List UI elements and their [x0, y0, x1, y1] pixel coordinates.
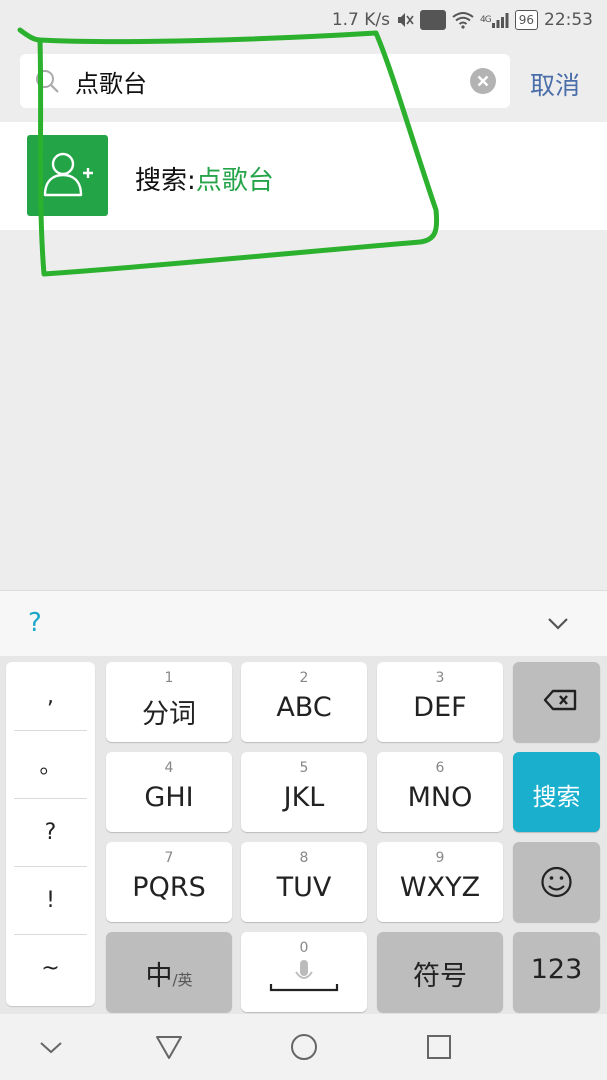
numbers-key[interactable]: 123: [513, 932, 600, 1012]
lang-sub: /英: [172, 971, 193, 989]
key-number: 6: [435, 760, 445, 776]
key-4[interactable]: 4 GHI: [106, 752, 232, 832]
key-5[interactable]: 5 JKL: [241, 752, 367, 832]
search-key-label: 搜索: [532, 783, 581, 811]
microphone-icon: [269, 960, 339, 992]
chevron-down-icon[interactable]: [545, 613, 571, 633]
key-label: MNO: [407, 782, 473, 813]
cancel-button[interactable]: 取消: [530, 66, 580, 102]
recent-apps-icon[interactable]: [424, 1032, 454, 1062]
backspace-icon: [543, 689, 577, 711]
key-number: 8: [299, 850, 309, 866]
hide-keyboard-icon[interactable]: [36, 1032, 66, 1062]
battery-indicator: 96: [514, 10, 538, 30]
status-bar: 1.7 K/s HD 4G 96 22:53: [0, 0, 607, 40]
key-number: 9: [435, 850, 445, 866]
emoji-key[interactable]: [513, 842, 600, 922]
key-number: 4: [164, 760, 174, 776]
search-bar: 取消: [0, 40, 607, 122]
result-keyword: 点歌台: [195, 166, 274, 196]
smiley-icon: [541, 866, 572, 898]
key-label: 分词: [142, 699, 196, 730]
key-label: DEF: [413, 692, 467, 723]
space-key[interactable]: 0: [241, 932, 367, 1012]
backspace-key[interactable]: [513, 662, 600, 742]
punct-key[interactable]: 。: [6, 730, 95, 798]
keyboard: , 。 ? ! ~ 1 分词 2 ABC 3 DEF 4 GHI 5 JKL 6…: [0, 656, 607, 1014]
key-label: TUV: [276, 872, 332, 903]
key-number: 5: [299, 760, 309, 776]
key-8[interactable]: 8 TUV: [241, 842, 367, 922]
keyboard-toolbar: ?: [0, 590, 607, 656]
key-number: 1: [164, 670, 174, 686]
symbols-key[interactable]: 符号: [377, 932, 503, 1012]
language-switch-key[interactable]: 中/英: [106, 932, 232, 1012]
search-result-label: 搜索:点歌台: [135, 160, 274, 197]
language-label: 中/英: [106, 954, 232, 993]
search-result-item[interactable]: 搜索:点歌台: [0, 122, 607, 230]
key-label: WXYZ: [399, 872, 481, 903]
clear-icon[interactable]: [470, 68, 496, 94]
signal-label: 4G: [480, 15, 492, 25]
key-3[interactable]: 3 DEF: [377, 662, 503, 742]
clock: 22:53: [544, 10, 593, 30]
search-icon: [36, 70, 59, 93]
key-1[interactable]: 1 分词: [106, 662, 232, 742]
key-label: JKL: [283, 782, 325, 813]
key-9[interactable]: 9 WXYZ: [377, 842, 503, 922]
search-key[interactable]: 搜索: [513, 752, 600, 832]
numbers-key-label: 123: [530, 954, 583, 985]
key-2[interactable]: 2 ABC: [241, 662, 367, 742]
key-number: 2: [299, 670, 309, 686]
add-contact-icon: [27, 135, 108, 216]
result-prefix: 搜索:: [135, 166, 196, 196]
key-7[interactable]: 7 PQRS: [106, 842, 232, 922]
punct-key[interactable]: !: [6, 866, 95, 934]
navigation-bar: [0, 1014, 607, 1080]
back-icon[interactable]: [154, 1032, 184, 1062]
punctuation-column: , 。 ? ! ~: [6, 662, 95, 1006]
key-label: ABC: [276, 692, 332, 723]
punct-key[interactable]: ,: [6, 662, 95, 730]
hd-badge: HD: [420, 10, 447, 30]
mute-icon: [396, 10, 414, 30]
search-input[interactable]: [75, 54, 455, 108]
wifi-icon: [452, 10, 474, 30]
keyboard-symbol-button[interactable]: ?: [28, 608, 42, 638]
key-label: PQRS: [132, 872, 206, 903]
search-field[interactable]: [20, 54, 510, 108]
key-6[interactable]: 6 MNO: [377, 752, 503, 832]
cellular-signal-icon: 4G: [480, 10, 509, 30]
punct-key[interactable]: ~: [6, 934, 95, 1002]
network-speed: 1.7 K/s: [331, 10, 390, 30]
key-number: 7: [164, 850, 174, 866]
lang-main: 中: [145, 961, 173, 992]
symbols-key-label: 符号: [413, 961, 467, 992]
key-number: 3: [435, 670, 445, 686]
punct-key[interactable]: ?: [6, 798, 95, 866]
home-icon[interactable]: [289, 1032, 319, 1062]
key-label: GHI: [144, 782, 194, 813]
